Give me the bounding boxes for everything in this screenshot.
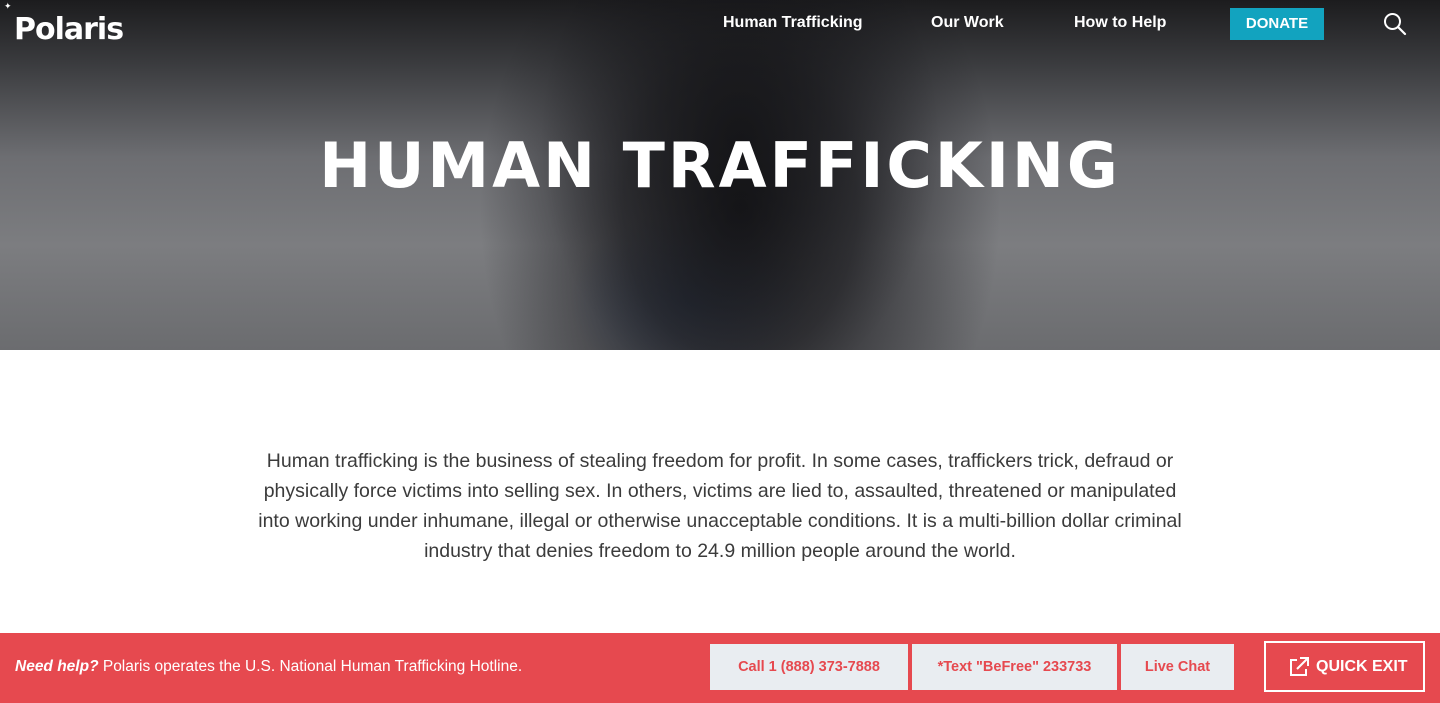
quick-exit-label: QUICK EXIT xyxy=(1316,658,1408,675)
logo-star-icon: ✦ xyxy=(4,1,12,11)
nav-how-to-help[interactable]: How to Help xyxy=(1074,12,1166,34)
live-chat-button[interactable]: Live Chat xyxy=(1121,644,1234,690)
hotline-description: Polaris operates the U.S. National Human… xyxy=(98,658,523,675)
hotline-message: Need help? Polaris operates the U.S. Nat… xyxy=(15,657,522,677)
quick-exit-button[interactable]: QUICK EXIT xyxy=(1264,641,1425,692)
need-help-label: Need help? xyxy=(15,658,99,675)
external-link-icon xyxy=(1290,657,1309,676)
site-header: ✦ Polaris Human Trafficking Our Work How… xyxy=(0,0,1440,50)
search-icon[interactable] xyxy=(1382,11,1408,37)
nav-our-work[interactable]: Our Work xyxy=(931,12,1004,34)
help-bar: Need help? Polaris operates the U.S. Nat… xyxy=(0,633,1440,703)
nav-human-trafficking[interactable]: Human Trafficking xyxy=(723,12,863,34)
hero-banner: HUMAN TRAFFICKING xyxy=(0,0,1440,350)
call-hotline-button[interactable]: Call 1 (888) 373-7888 xyxy=(710,644,908,690)
text-befree-button[interactable]: *Text "BeFree" 233733 xyxy=(912,644,1117,690)
polaris-logo[interactable]: Polaris xyxy=(14,10,124,50)
intro-paragraph: Human trafficking is the business of ste… xyxy=(258,450,1182,562)
page-title: HUMAN TRAFFICKING xyxy=(319,129,1121,202)
donate-button[interactable]: DONATE xyxy=(1230,8,1324,40)
